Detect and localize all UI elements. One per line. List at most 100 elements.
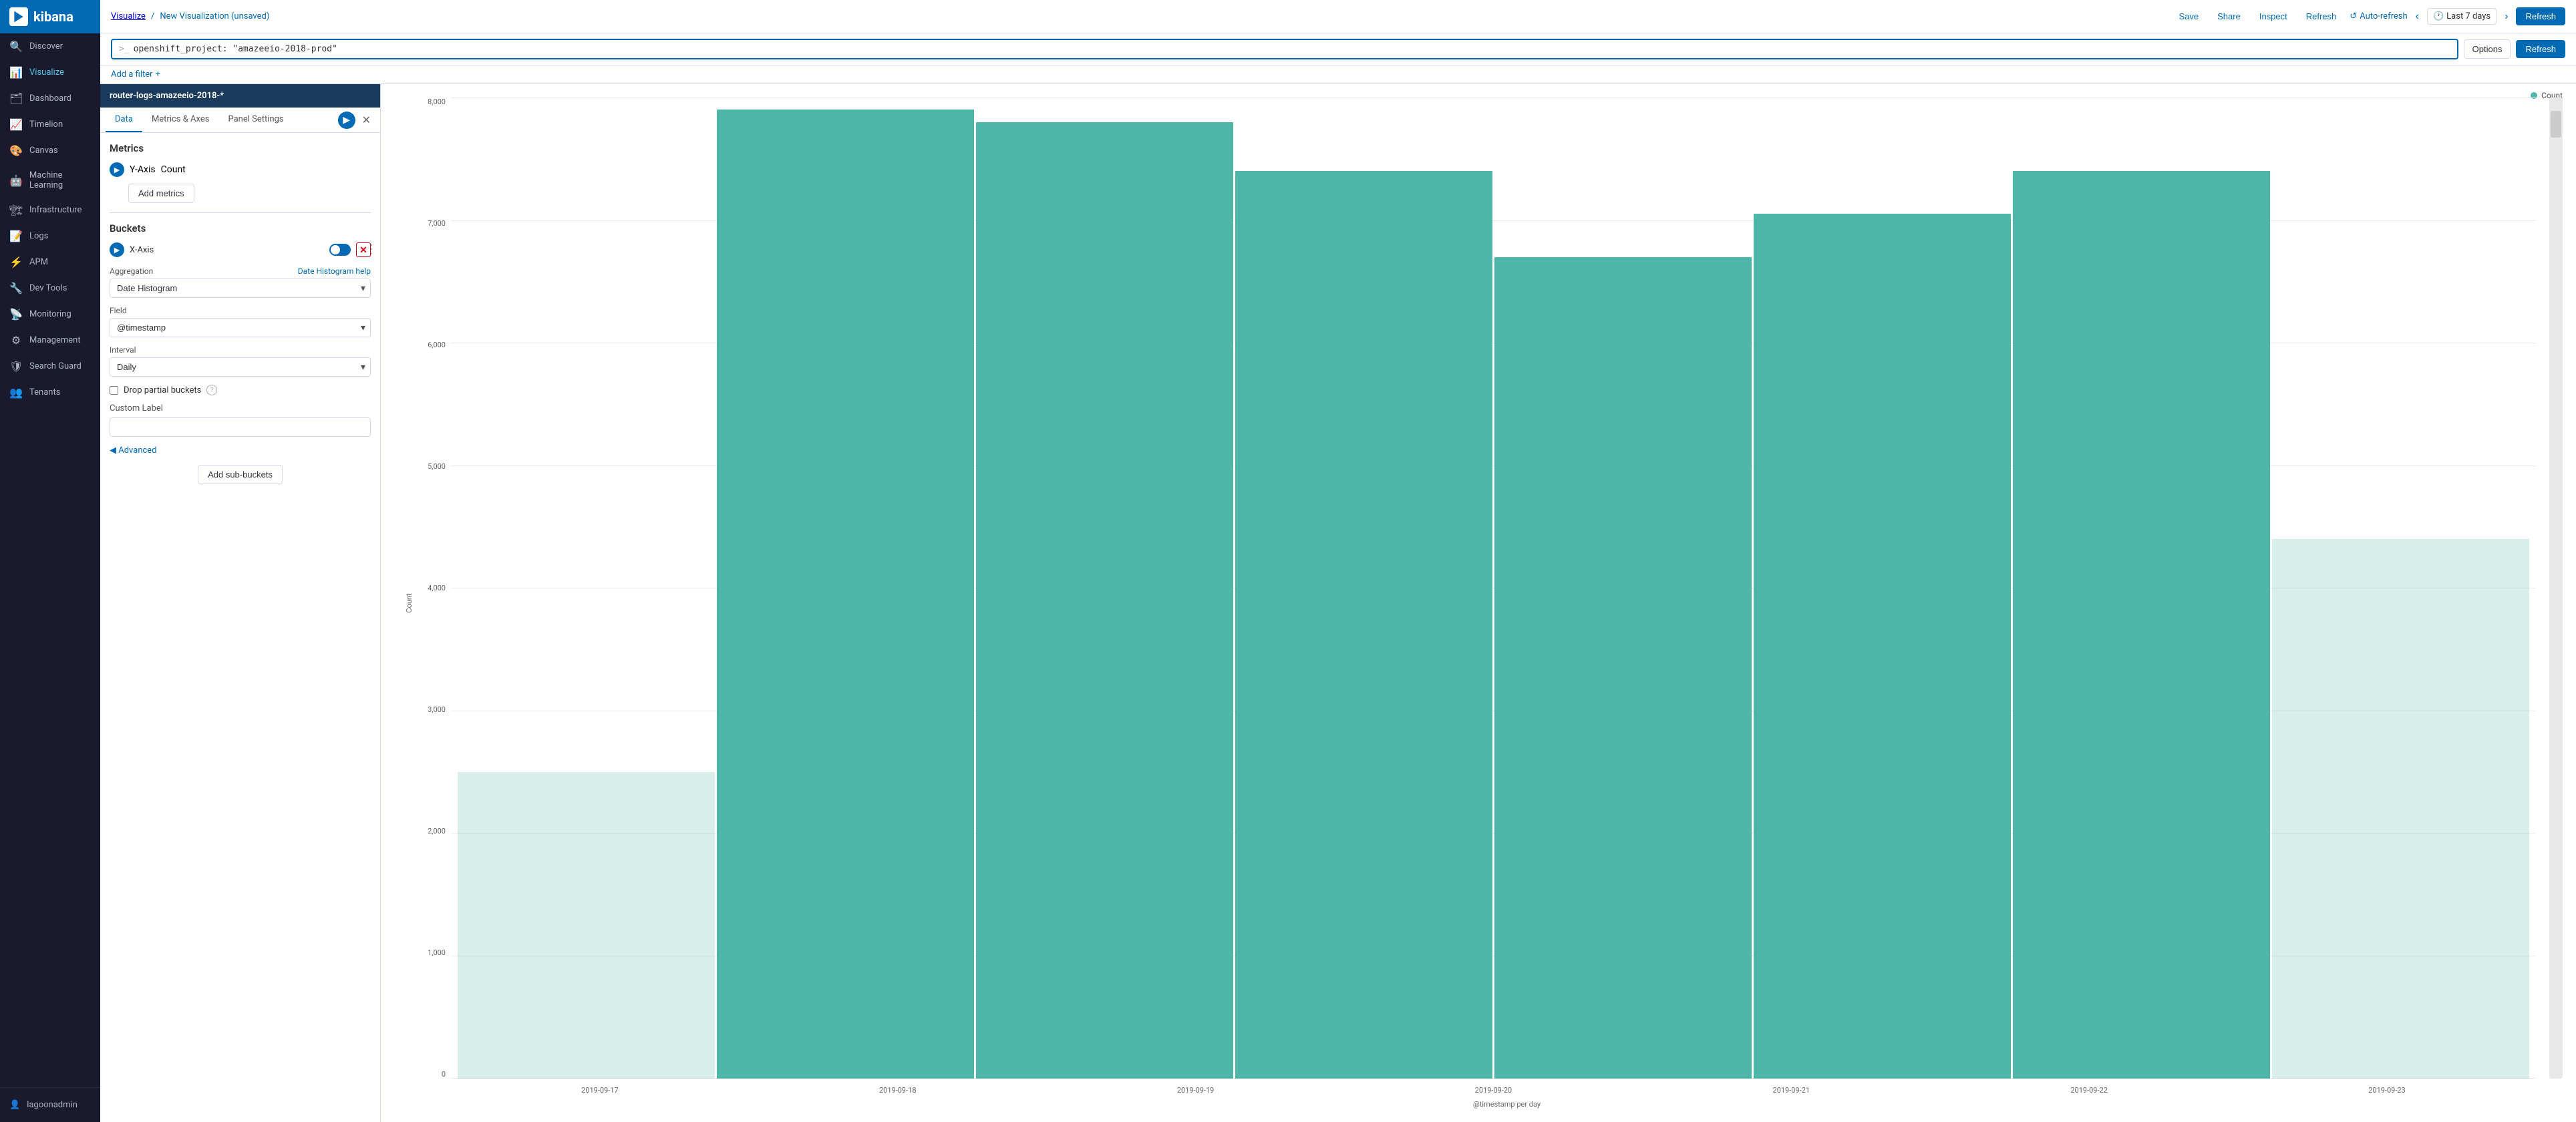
- y-label-4000: 4,000: [428, 584, 446, 592]
- chart-bars: [451, 98, 2536, 1079]
- aggregation-select-wrap: Date Histogram: [110, 278, 371, 298]
- sidebar-logo: kibana: [0, 0, 100, 33]
- chart-scrollbar[interactable]: [2549, 98, 2563, 1079]
- page-title: New Visualization (unsaved): [160, 11, 269, 21]
- x-label-4: 2019-09-21: [1773, 1086, 1810, 1095]
- date-histogram-help-link[interactable]: Date Histogram help: [298, 266, 371, 276]
- sidebar-item-logs[interactable]: 📝Logs: [0, 223, 100, 249]
- query-input[interactable]: [134, 44, 2450, 54]
- help-icon[interactable]: ?: [206, 385, 217, 395]
- bucket-toggle-knob: [331, 245, 340, 254]
- sidebar-item-monitoring[interactable]: 📡Monitoring: [0, 301, 100, 327]
- tab-data[interactable]: Data: [106, 108, 142, 132]
- tab-panel-settings[interactable]: Panel Settings: [218, 108, 293, 132]
- chart-container: Count 8,000 7,000 6,000 5,000 4,000 3,00…: [394, 98, 2563, 1109]
- close-button[interactable]: ✕: [358, 112, 375, 129]
- query-prompt: >_: [119, 44, 130, 54]
- nav-next-button[interactable]: ›: [2505, 11, 2508, 23]
- bucket-toggle[interactable]: [329, 244, 351, 256]
- interval-label: Interval: [110, 345, 371, 355]
- options-button[interactable]: Options: [2464, 39, 2511, 59]
- x-label-1: 2019-09-18: [879, 1086, 917, 1095]
- query-input-wrap: >_: [111, 39, 2458, 59]
- aggregation-select[interactable]: Date Histogram: [110, 278, 371, 298]
- y-label-3000: 3,000: [428, 705, 446, 714]
- drop-partial-label: Drop partial buckets: [124, 385, 201, 395]
- add-metrics-button[interactable]: Add metrics: [128, 184, 194, 203]
- management-icon: ⚙: [9, 334, 23, 347]
- field-select[interactable]: @timestamp: [110, 318, 371, 337]
- aggregation-field: Aggregation Date Histogram help Date His…: [110, 266, 371, 298]
- timerange-selector[interactable]: 🕐 Last 7 days: [2427, 8, 2497, 25]
- interval-select[interactable]: Daily: [110, 357, 371, 377]
- sidebar-item-label-dev-tools: Dev Tools: [29, 283, 67, 293]
- timerange-label: Last 7 days: [2446, 11, 2490, 21]
- sidebar-item-machine-learning[interactable]: 🤖 Machine Learning: [0, 164, 100, 197]
- inspect-button[interactable]: Inspect: [2254, 9, 2293, 24]
- sidebar-item-infrastructure[interactable]: 🏗Infrastructure: [0, 197, 100, 223]
- chart-bar-4[interactable]: [1494, 257, 1752, 1079]
- sidebar-item-canvas[interactable]: 🎨Canvas: [0, 138, 100, 164]
- chart-bar-7[interactable]: [2272, 539, 2529, 1079]
- bucket-badge: ▶: [110, 242, 124, 257]
- field-label: Field: [110, 306, 371, 315]
- sidebar-item-search-guard[interactable]: 🛡Search Guard: [0, 353, 100, 379]
- sidebar-bottom: 👤 lagoonadmin: [0, 1087, 100, 1122]
- sidebar-user[interactable]: 👤 lagoonadmin: [0, 1093, 100, 1117]
- timelion-icon: 📈: [9, 118, 23, 131]
- run-button[interactable]: ▶: [338, 112, 355, 129]
- chart-bar-5[interactable]: [1754, 214, 2011, 1079]
- chart-bar-1[interactable]: [717, 110, 974, 1079]
- drop-partial-row: Drop partial buckets ?: [110, 385, 371, 395]
- chart-bar-6[interactable]: [2013, 171, 2270, 1079]
- add-filter-button[interactable]: Add a filter +: [111, 69, 2565, 79]
- discover-icon: 🔍: [9, 40, 23, 53]
- save-button[interactable]: Save: [2173, 9, 2204, 24]
- add-sub-buckets-button[interactable]: Add sub-buckets: [198, 465, 283, 484]
- refresh-btn-top-right[interactable]: Refresh: [2516, 7, 2565, 25]
- panel-tabs: Data Metrics & Axes Panel Settings ▶ ✕: [100, 108, 380, 133]
- chart-plot: 8,000 7,000 6,000 5,000 4,000 3,000 2,00…: [414, 98, 2563, 1099]
- sidebar-item-label-dashboard: Dashboard: [29, 94, 71, 104]
- metric-count-label: Count: [161, 164, 186, 175]
- nav-prev-button[interactable]: ‹: [2416, 11, 2419, 23]
- sidebar-item-label-machine-learning: Machine Learning: [29, 170, 91, 190]
- chart-area: Count Count 8,000 7,000 6,000 5,000 4,00…: [381, 84, 2576, 1122]
- sidebar-item-management[interactable]: ⚙Management: [0, 327, 100, 353]
- sidebar-item-dashboard[interactable]: 🗂Dashboard: [0, 85, 100, 112]
- kibana-logo-icon: [9, 7, 28, 26]
- y-label-7000: 7,000: [428, 219, 446, 228]
- index-pattern-header: router-logs-amazeeio-2018-*: [100, 84, 380, 108]
- interval-group: Interval Daily: [110, 345, 371, 377]
- username-label: lagoonadmin: [27, 1100, 77, 1110]
- dev-tools-icon: 🔧: [9, 282, 23, 295]
- sidebar-item-label-logs: Logs: [29, 231, 48, 241]
- sidebar-item-discover[interactable]: 🔍Discover: [0, 33, 100, 59]
- user-icon: 👤: [9, 1100, 20, 1110]
- y-label-8000: 8,000: [428, 98, 446, 106]
- tab-metrics-axes[interactable]: Metrics & Axes: [142, 108, 219, 132]
- sidebar-item-label-tenants: Tenants: [29, 387, 60, 397]
- sidebar-item-timelion[interactable]: 📈Timelion: [0, 112, 100, 138]
- chart-bar-3[interactable]: [1235, 171, 1492, 1079]
- more-options-icon[interactable]: ⋮: [365, 242, 377, 256]
- autorefresh-toggle[interactable]: ↺ Auto-refresh: [2350, 11, 2407, 21]
- scrollbar-thumb: [2551, 111, 2561, 138]
- drop-partial-checkbox[interactable]: [110, 386, 118, 395]
- custom-label-input[interactable]: [110, 417, 371, 437]
- refresh-button-top[interactable]: Refresh: [2301, 9, 2342, 24]
- advanced-link[interactable]: ◀ Advanced: [110, 445, 157, 455]
- autorefresh-label: Auto-refresh: [2360, 11, 2407, 21]
- share-button[interactable]: Share: [2212, 9, 2246, 24]
- sidebar-item-tenants[interactable]: 👥Tenants: [0, 379, 100, 405]
- breadcrumb-visualize-link[interactable]: Visualize: [111, 11, 146, 21]
- sidebar-item-visualize[interactable]: 📊Visualize: [0, 59, 100, 85]
- chart-bar-2[interactable]: [976, 122, 1233, 1079]
- sidebar-item-dev-tools[interactable]: 🔧 Dev Tools: [0, 275, 100, 301]
- machine-learning-icon: 🤖: [9, 174, 23, 187]
- index-pattern-label: router-logs-amazeeio-2018-*: [110, 91, 224, 101]
- x-label-6: 2019-09-23: [2368, 1086, 2406, 1095]
- sidebar-item-apm[interactable]: ⚡APM: [0, 249, 100, 275]
- chart-bar-0[interactable]: [458, 772, 715, 1079]
- refresh-button-query[interactable]: Refresh: [2516, 40, 2565, 58]
